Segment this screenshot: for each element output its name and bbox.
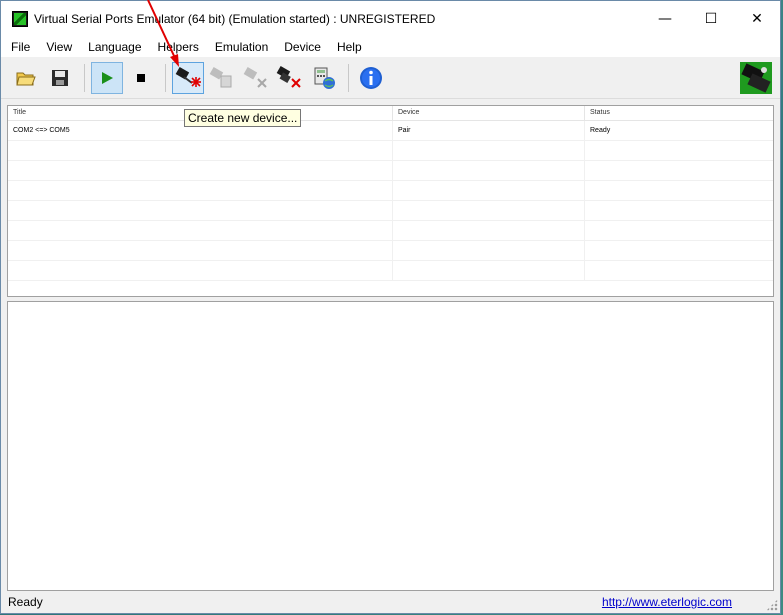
empty-row [8,201,773,221]
save-icon [52,69,68,86]
toolbar-separator [348,63,349,92]
cell-status: Ready [590,127,611,134]
menu-help[interactable]: Help [329,40,370,54]
minimize-icon: — [658,11,672,27]
column-header-device[interactable]: Device [393,106,585,121]
window-controls: — ☐ ✕ [642,1,780,37]
create-device-button[interactable] [172,61,204,94]
status-bar: Ready http://www.eterlogic.com [1,591,780,613]
resize-grip[interactable] [766,599,778,611]
start-emulation-icon [102,71,113,84]
close-icon: ✕ [751,11,763,27]
menu-file[interactable]: File [3,40,38,54]
menu-device[interactable]: Device [276,40,329,54]
maximize-icon: ☐ [704,11,718,27]
title-bar[interactable]: Virtual Serial Ports Emulator (64 bit) (… [1,1,780,37]
save-button[interactable] [44,62,76,94]
window-title: Virtual Serial Ports Emulator (64 bit) (… [34,12,436,26]
toolbar-separator [84,63,85,92]
create-device-tooltip: Create new device... [184,109,302,127]
create-device-icon [175,66,201,87]
empty-row [8,161,773,181]
cell-device: Pair [393,121,585,141]
menu-bar: File View Language Helpers Emulation Dev… [1,37,780,57]
start-emulation-button[interactable] [91,61,123,94]
delete-device-icon [243,66,267,88]
toolbar-separator [165,63,166,92]
serial-port-logo-icon [740,62,772,94]
close-button[interactable]: ✕ [734,1,780,37]
open-button[interactable] [10,62,42,94]
minimize-button[interactable]: — [642,1,688,37]
delete-all-devices-icon [276,65,301,88]
brand-logo [740,62,772,99]
log-pane[interactable] [7,301,774,591]
menu-emulation[interactable]: Emulation [207,40,276,54]
info-icon [360,66,382,89]
open-icon [16,72,36,85]
menu-language[interactable]: Language [80,40,149,54]
empty-row [8,141,773,161]
empty-row [8,261,773,281]
status-text: Ready [8,595,43,609]
stop-emulation-icon [137,73,145,82]
empty-row [8,241,773,261]
about-button[interactable] [355,62,387,94]
column-header-status[interactable]: Status [585,106,773,121]
menu-helpers[interactable]: Helpers [150,40,207,54]
table-row[interactable]: COM2 <=> COM5 Pair Ready [8,121,773,141]
app-icon[interactable] [12,11,28,27]
devices-table: Title Device Status COM2 <=> COM5 Pair R… [7,105,774,297]
app-window: Virtual Serial Ports Emulator (64 bit) (… [0,0,781,614]
table-header: Title Device Status [8,106,773,121]
empty-row [8,181,773,201]
port-info-icon [314,67,335,89]
toolbar [1,57,780,99]
port-info-button[interactable] [308,62,340,94]
maximize-button[interactable]: ☐ [688,1,734,37]
edit-device-button[interactable] [206,62,238,94]
menu-view[interactable]: View [38,40,80,54]
stop-emulation-button[interactable] [125,62,157,94]
edit-device-icon [209,66,232,87]
delete-all-devices-button[interactable] [274,62,306,94]
empty-row [8,221,773,241]
delete-device-button[interactable] [240,62,272,94]
website-link[interactable]: http://www.eterlogic.com [602,595,732,609]
